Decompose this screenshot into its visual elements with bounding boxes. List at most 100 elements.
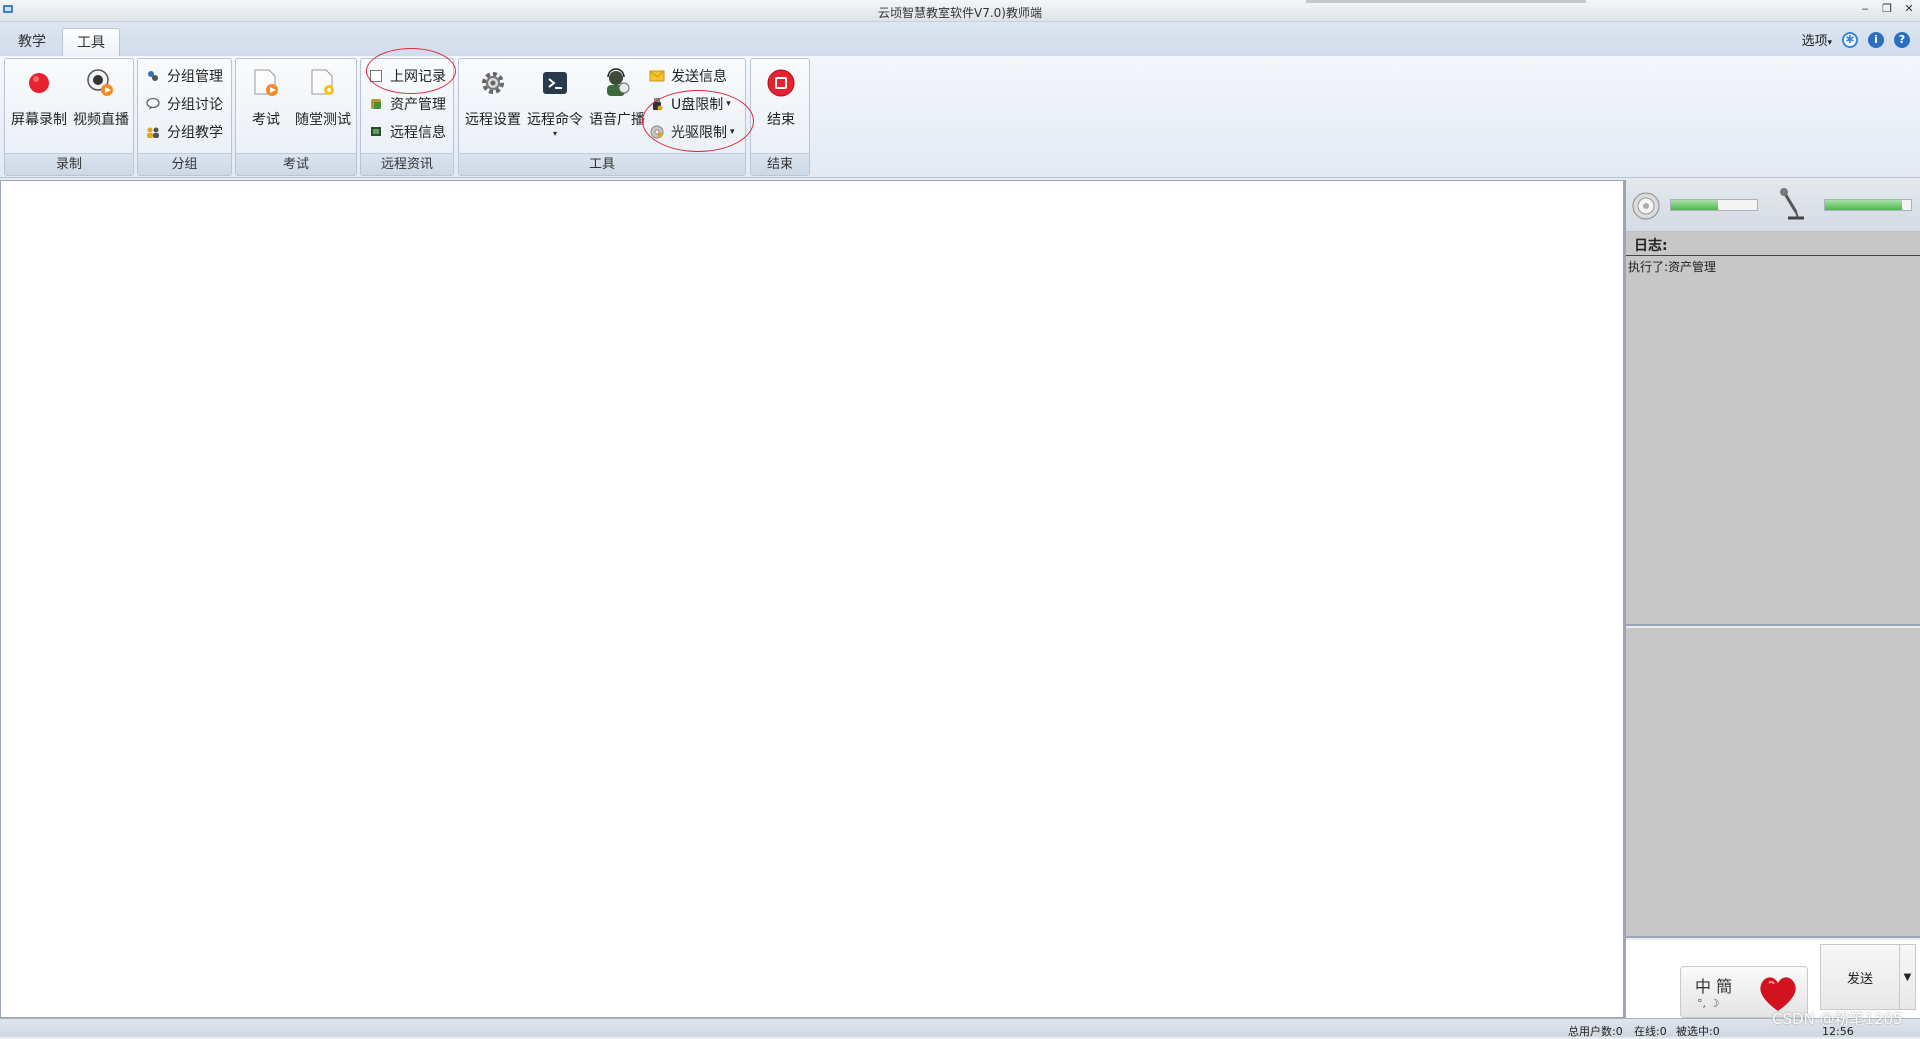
exam-document-icon xyxy=(254,69,278,96)
group-caption-end: 结束 xyxy=(751,153,809,175)
side-panel: 日志: 执行了:资产管理 中 簡 °, ☽ 发送 ▼ xyxy=(1624,180,1920,1018)
info-icon[interactable]: i xyxy=(1868,31,1884,48)
group-tools: 远程设置 远程命令 ▾ 语音广播 发送信息 U盘限制 ▾ 光驱限制 ▾ 工具 xyxy=(458,58,746,176)
asset-manage-button[interactable]: 资产管理 xyxy=(368,93,446,115)
video-live-label: 视频直播 xyxy=(73,112,129,128)
remote-info-button[interactable]: 远程信息 xyxy=(368,121,446,143)
quiz-label: 随堂测试 xyxy=(295,112,351,128)
audio-meters xyxy=(1626,180,1920,232)
exam-label: 考试 xyxy=(252,112,280,128)
help-icon[interactable]: ? xyxy=(1894,31,1910,48)
remote-command-button[interactable]: 远程命令 ▾ xyxy=(525,63,585,149)
options-area: 选项 ▾ ✱ i ? xyxy=(1802,30,1910,49)
cdrom-limit-label: 光驱限制 xyxy=(671,125,727,141)
remote-command-label: 远程命令 xyxy=(527,112,583,128)
window-controls: ‒ ❐ ✕ xyxy=(1858,2,1916,15)
web-record-button[interactable]: 上网记录 xyxy=(368,65,446,87)
title-bar-shadow xyxy=(1306,0,1586,3)
remote-settings-label: 远程设置 xyxy=(465,112,521,128)
record-icon xyxy=(29,73,49,93)
title-bar: 云顷智慧教室软件V7.0)教师端 ‒ ❐ ✕ xyxy=(0,0,1920,22)
group-teach-button[interactable]: 分组教学 xyxy=(145,121,223,143)
remote-info-label: 远程信息 xyxy=(390,125,446,141)
status-bar: 总用户数:0 在线:0 被选中:0 12:56 xyxy=(0,1018,1920,1038)
web-record-label: 上网记录 xyxy=(390,69,446,85)
asset-icon xyxy=(371,99,381,109)
options-menu[interactable]: 选项 ▾ xyxy=(1802,30,1832,49)
exam-button[interactable]: 考试 xyxy=(236,63,296,149)
group-teach-label: 分组教学 xyxy=(167,125,223,141)
ime-mode-label: 中 簡 xyxy=(1695,977,1733,996)
ime-punct-label: °, ☽ xyxy=(1697,997,1720,1010)
mic-volume-fill xyxy=(1825,200,1903,210)
cd-disc-icon xyxy=(650,125,664,139)
group-caption-exam: 考试 xyxy=(236,153,356,175)
usb-limit-button[interactable]: U盘限制 ▾ xyxy=(649,93,731,115)
send-dropdown-arrow[interactable]: ▼ xyxy=(1899,945,1915,1009)
mic-volume-meter[interactable] xyxy=(1824,199,1912,211)
quiz-button[interactable]: 随堂测试 xyxy=(293,63,353,149)
envelope-icon xyxy=(649,70,665,82)
end-label: 结束 xyxy=(767,112,795,128)
video-camera-icon xyxy=(87,69,113,96)
send-button[interactable]: 发送 ▼ xyxy=(1820,944,1916,1010)
video-live-button[interactable]: 视频直播 xyxy=(71,63,131,149)
group-manage-button[interactable]: 分组管理 xyxy=(145,65,223,87)
chevron-down-icon: ▾ xyxy=(730,127,735,137)
group-end: 结束 结束 xyxy=(750,58,810,176)
watermark: CSDN @粉笔1205 xyxy=(1772,1010,1903,1028)
close-button[interactable]: ✕ xyxy=(1902,2,1916,15)
speaker-volume-meter[interactable] xyxy=(1670,199,1758,211)
quiz-document-icon xyxy=(311,69,334,95)
speaker-icon[interactable] xyxy=(1630,190,1662,222)
tab-tools[interactable]: 工具 xyxy=(62,28,120,56)
group-grouping: 分组管理 分组讨论 分组教学 分组 xyxy=(137,58,232,176)
message-input-area[interactable]: 中 簡 °, ☽ 发送 ▼ xyxy=(1626,940,1920,1018)
group-record: 屏幕录制 视频直播 录制 xyxy=(4,58,134,176)
remote-settings-button[interactable]: 远程设置 xyxy=(463,63,523,149)
chevron-down-icon: ▾ xyxy=(552,129,557,138)
minimize-button[interactable]: ‒ xyxy=(1858,2,1872,15)
tab-teaching[interactable]: 教学 xyxy=(4,28,60,56)
group-manage-icon xyxy=(148,71,158,81)
checkbox-icon xyxy=(370,70,382,82)
send-message-label: 发送信息 xyxy=(671,69,727,85)
group-caption-remote-info: 远程资讯 xyxy=(361,153,453,175)
send-message-button[interactable]: 发送信息 xyxy=(649,65,727,87)
student-view-canvas[interactable] xyxy=(0,180,1624,1018)
group-manage-label: 分组管理 xyxy=(167,69,223,85)
chevron-down-icon: ▾ xyxy=(726,99,731,109)
terminal-icon xyxy=(543,72,567,94)
asset-manage-label: 资产管理 xyxy=(390,97,446,113)
chat-history[interactable] xyxy=(1626,628,1920,938)
speaker-volume-fill xyxy=(1671,200,1719,210)
gear-icon xyxy=(482,72,504,94)
group-remote-info: 上网记录 资产管理 远程信息 远程资讯 xyxy=(360,58,454,176)
group-discuss-button[interactable]: 分组讨论 xyxy=(145,93,223,115)
voice-broadcast-label: 语音广播 xyxy=(589,112,645,128)
ribbon-tab-row: 教学 工具 选项 ▾ ✱ i ? xyxy=(0,22,1920,56)
chevron-down-icon: ▾ xyxy=(1824,38,1832,48)
window-title: 云顷智慧教室软件V7.0)教师端 xyxy=(878,6,1042,20)
monitor-icon xyxy=(371,127,381,136)
restore-button[interactable]: ❐ xyxy=(1880,2,1894,15)
options-label: 选项 xyxy=(1801,34,1828,49)
usb-drive-icon xyxy=(653,98,663,111)
chat-bubble-icon xyxy=(146,97,160,110)
group-discuss-label: 分组讨论 xyxy=(167,97,223,113)
microphone-icon[interactable] xyxy=(1776,186,1810,226)
log-panel: 日志: 执行了:资产管理 xyxy=(1626,232,1920,626)
group-caption-record: 录制 xyxy=(5,153,133,175)
end-button[interactable]: 结束 xyxy=(751,63,811,149)
log-title: 日志: xyxy=(1626,232,1920,256)
send-label: 发送 xyxy=(1846,971,1873,987)
screen-record-button[interactable]: 屏幕录制 xyxy=(9,63,69,149)
group-caption-tools: 工具 xyxy=(459,153,745,175)
screen-record-label: 屏幕录制 xyxy=(11,112,67,128)
settings-icon[interactable]: ✱ xyxy=(1842,31,1858,48)
voice-broadcast-button[interactable]: 语音广播 xyxy=(587,63,647,149)
cdrom-limit-button[interactable]: 光驱限制 ▾ xyxy=(649,121,735,143)
stop-icon xyxy=(767,69,795,97)
ribbon: 屏幕录制 视频直播 录制 分组管理 分组讨论 分组教学 分组 考试 随堂测试 考… xyxy=(0,48,1920,178)
group-caption-grouping: 分组 xyxy=(138,153,231,175)
